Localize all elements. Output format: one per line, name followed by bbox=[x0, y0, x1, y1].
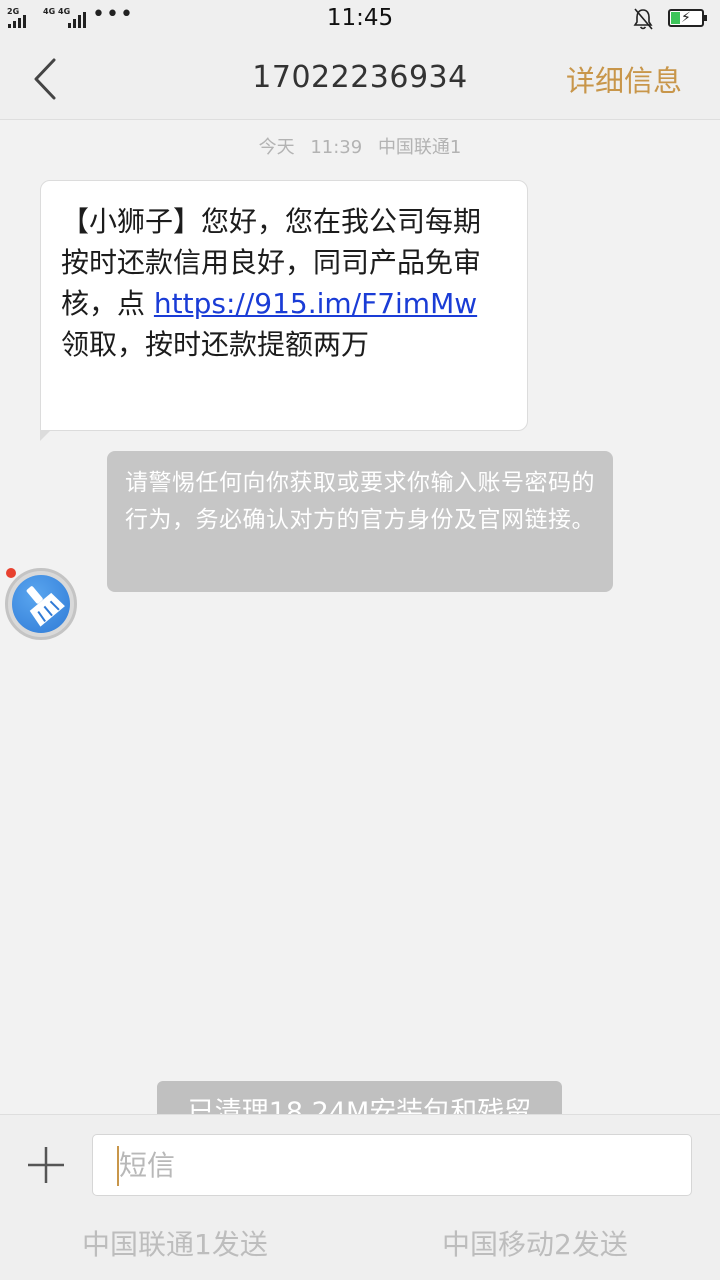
title-bar: 17022236934 详细信息 bbox=[0, 38, 720, 120]
mute-bell-icon bbox=[633, 8, 653, 30]
text-caret bbox=[117, 1146, 119, 1186]
floating-cleaner-ball[interactable] bbox=[5, 568, 77, 640]
details-button[interactable]: 详细信息 bbox=[566, 58, 682, 100]
sms-input[interactable] bbox=[92, 1134, 692, 1196]
security-warning: 请警惕任何向你获取或要求你输入账号密码的行为，务必确认对方的官方身份及官网链接。 bbox=[107, 451, 613, 592]
timestamp-sim: 中国联通1 bbox=[377, 137, 462, 158]
message-link[interactable]: https://915.im/F7imMw bbox=[154, 287, 477, 320]
timestamp-day: 今天 bbox=[258, 137, 295, 158]
timestamp-time: 11:39 bbox=[310, 137, 363, 158]
message-timestamp: 今天 11:39 中国联通1 bbox=[0, 133, 720, 159]
sms-conversation-screen: 2G 4G 4G ••• 11:45 ⚡ 17022236934 详细信息 今天… bbox=[0, 0, 720, 1280]
status-bar: 2G 4G 4G ••• 11:45 ⚡ bbox=[0, 0, 720, 38]
incoming-message-bubble[interactable]: 【小狮子】您好，您在我公司每期按时还款信用良好，同司产品免审核，点 https:… bbox=[40, 180, 528, 441]
status-time: 11:45 bbox=[326, 5, 394, 31]
message-text-tail: 领取，按时还款提额两万 bbox=[61, 328, 370, 361]
send-sim1-button[interactable]: 中国联通1发送 bbox=[82, 1223, 268, 1263]
notification-dot bbox=[6, 568, 16, 578]
send-sim2-button[interactable]: 中国移动2发送 bbox=[442, 1223, 628, 1263]
compose-bar: 中国联通1发送 中国移动2发送 bbox=[0, 1114, 720, 1280]
battery-charging-icon: ⚡ bbox=[668, 9, 707, 27]
add-attachment-button[interactable] bbox=[26, 1145, 66, 1185]
broom-icon bbox=[12, 575, 70, 633]
